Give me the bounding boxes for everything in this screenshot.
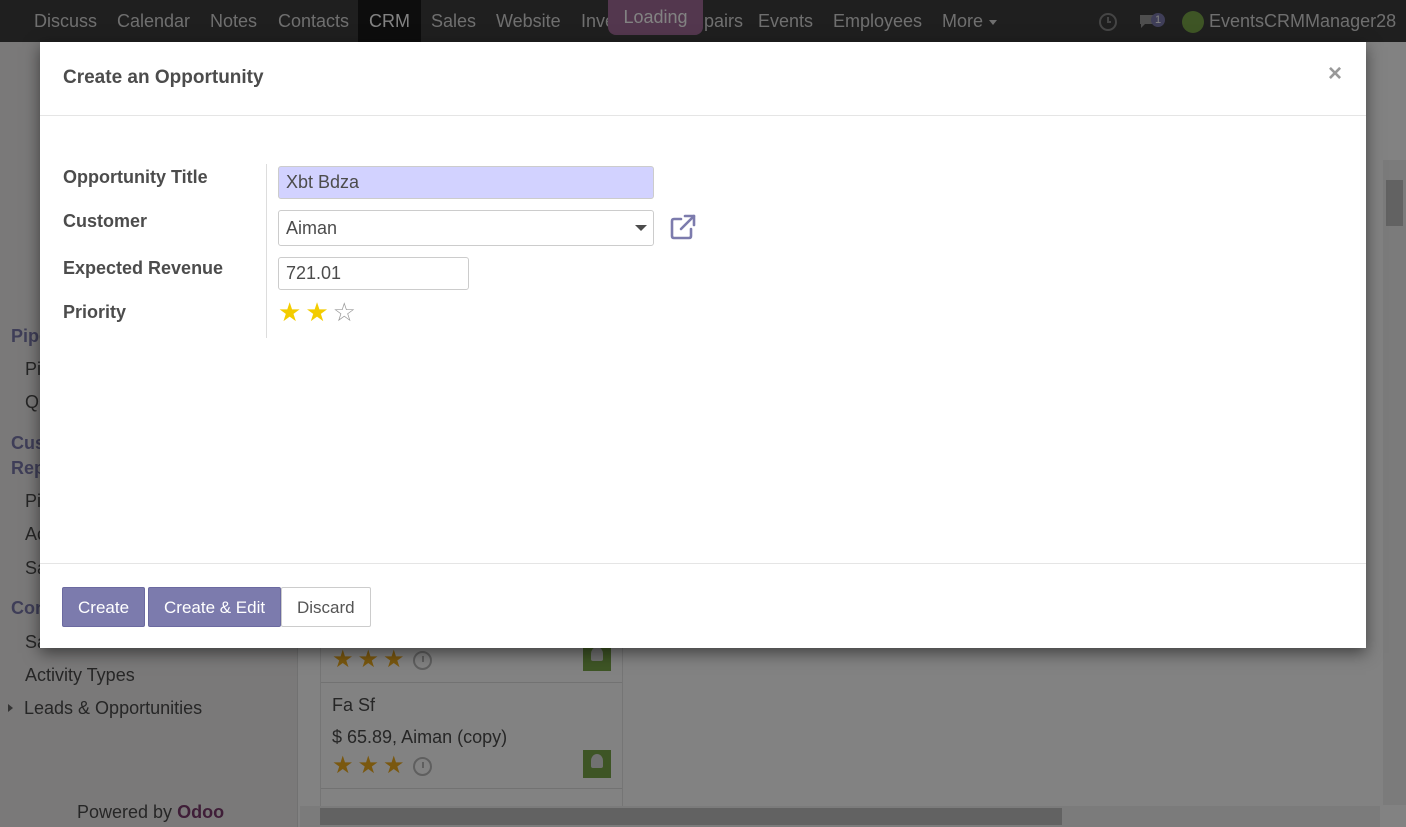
form-separator <box>266 164 267 338</box>
create-button[interactable]: Create <box>62 587 146 627</box>
opportunity-title-label: Opportunity Title <box>63 167 208 187</box>
customer-label: Customer <box>63 211 148 231</box>
modal-footer: Create Create & Edit Discard <box>40 563 1366 648</box>
discard-button[interactable]: Discard <box>281 587 371 627</box>
expected-revenue-input[interactable]: 721.01 <box>278 257 469 290</box>
customer-value: Aiman <box>286 218 338 238</box>
create-and-edit-button[interactable]: Create & Edit <box>148 587 282 627</box>
priority-label: Priority <box>63 302 127 322</box>
expected-revenue-label: Expected Revenue <box>63 258 224 278</box>
external-link-icon[interactable] <box>668 212 698 242</box>
customer-select[interactable]: Aiman <box>278 210 654 246</box>
star-filled-icon[interactable]: ★ <box>305 297 332 327</box>
opportunity-title-input[interactable]: Xbt Bdza <box>278 166 654 199</box>
chevron-down-icon[interactable] <box>635 225 647 231</box>
modal-title: Create an Opportunity <box>63 67 264 88</box>
star-filled-icon[interactable]: ★ <box>278 297 305 327</box>
star-empty-icon[interactable]: ☆ <box>333 297 360 327</box>
modal-header: Create an Opportunity × <box>40 42 1366 116</box>
priority-stars[interactable]: ★★☆ <box>278 297 360 327</box>
close-icon[interactable]: × <box>1328 62 1342 86</box>
create-opportunity-dialog: Create an Opportunity × Opportunity Titl… <box>40 42 1366 648</box>
